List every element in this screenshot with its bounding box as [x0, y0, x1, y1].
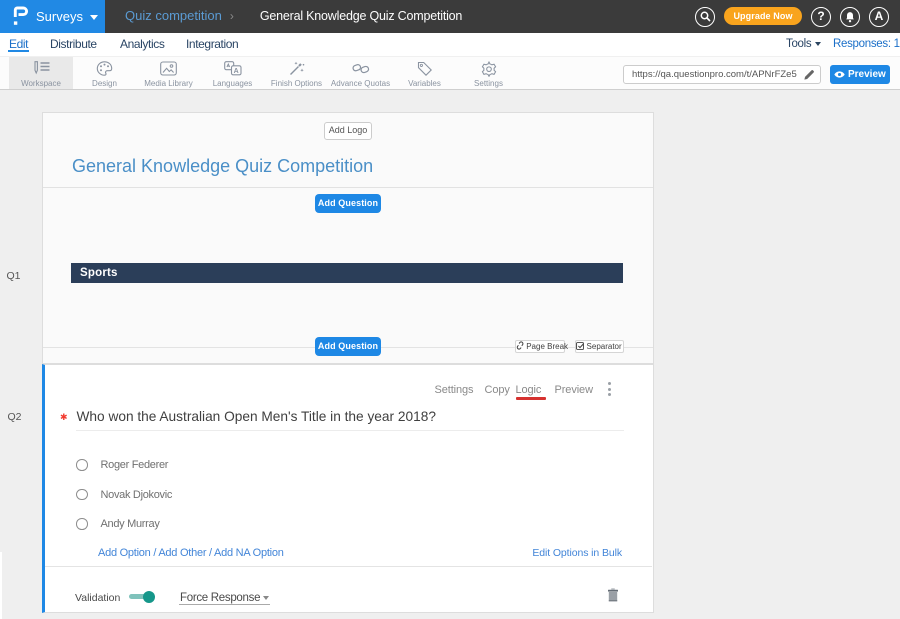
svg-text:A: A: [233, 68, 238, 75]
